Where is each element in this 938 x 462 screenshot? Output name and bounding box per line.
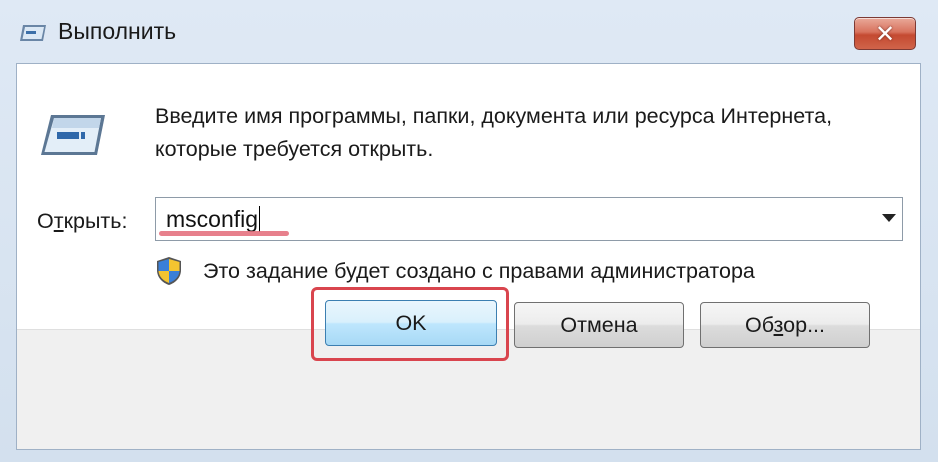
window-title: Выполнить (58, 18, 177, 44)
browse-label-suffix: ор... (783, 313, 826, 337)
run-dialog-icon (20, 25, 46, 41)
open-input[interactable]: msconfig (166, 206, 261, 233)
run-dialog-window: Выполнить ✕ Введите имя программы, папки… (0, 0, 938, 462)
input-highlight-underline (159, 231, 289, 236)
open-label-accelerator: т (53, 209, 64, 233)
chevron-down-icon[interactable] (882, 214, 896, 222)
admin-note: Это задание будет создано с правами адми… (203, 259, 755, 283)
close-icon: ✕ (874, 20, 896, 48)
close-button[interactable]: ✕ (854, 17, 916, 50)
browse-button[interactable]: Обзор... (700, 302, 870, 348)
open-input-value: msconfig (166, 206, 259, 232)
uac-shield-icon (157, 257, 181, 285)
open-combobox[interactable]: msconfig (155, 197, 903, 241)
dialog-description: Введите имя программы, папки, документа … (155, 104, 833, 161)
cancel-button[interactable]: Отмена (514, 302, 684, 348)
open-label-suffix: крыть: (63, 209, 128, 233)
open-label-prefix: О (37, 209, 54, 233)
title-bar[interactable]: Выполнить ✕ (0, 0, 938, 62)
dialog-client-area: Введите имя программы, папки, документа … (16, 63, 921, 450)
browse-label-prefix: Об (744, 313, 774, 337)
text-caret (259, 206, 261, 232)
run-program-icon (41, 115, 105, 155)
open-label: Открыть: (37, 209, 127, 234)
ok-button[interactable]: OK (325, 300, 497, 346)
browse-label-accelerator: з (773, 313, 784, 337)
